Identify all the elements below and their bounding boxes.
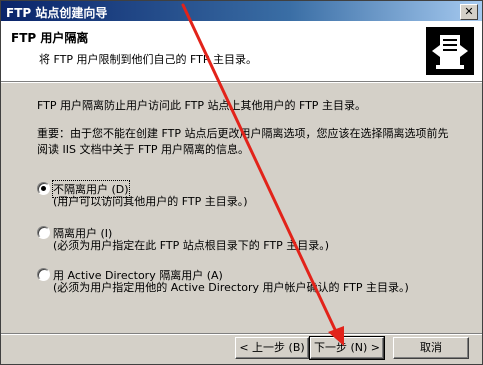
- ftp-server-icon: [426, 27, 474, 75]
- back-button[interactable]: < 上一步 (B): [235, 337, 309, 359]
- button-bar-divider-highlight: [1, 334, 482, 335]
- radio-isolate-users[interactable]: [37, 226, 50, 239]
- page-subtitle: 将 FTP 用户限制到他们自己的 FTP 主目录。: [39, 53, 257, 66]
- wizard-header: FTP 用户隔离 将 FTP 用户限制到他们自己的 FTP 主目录。: [1, 21, 482, 82]
- page-title: FTP 用户隔离: [11, 31, 89, 45]
- radio-ad-isolation[interactable]: [37, 268, 50, 281]
- option-description: (用户可以访问其他用户的 FTP 主目录。): [53, 195, 248, 208]
- radio-no-isolation[interactable]: [37, 182, 50, 195]
- wizard-window: FTP 站点创建向导 ✕ FTP 用户隔离 将 FTP 用户限制到他们自己的 F…: [0, 0, 483, 365]
- window-title: FTP 站点创建向导: [6, 6, 108, 20]
- title-bar[interactable]: FTP 站点创建向导 ✕: [1, 1, 482, 21]
- header-divider: [1, 82, 482, 83]
- option-description: (必须为用户指定用他的 Active Directory 用户帐户确认的 FTP…: [53, 281, 409, 294]
- important-note: 重要：由于您不能在创建 FTP 站点后更改用户隔离选项，您应该在选择隔离选项前先…: [37, 127, 449, 156]
- next-button[interactable]: 下一步 (N) >: [309, 336, 385, 360]
- intro-text: FTP 用户隔离防止用户访问此 FTP 站点上其他用户的 FTP 主目录。: [37, 99, 366, 112]
- close-button[interactable]: ✕: [460, 4, 478, 20]
- option-description: (必须为用户指定在此 FTP 站点根目录下的 FTP 主目录。): [53, 239, 330, 252]
- cancel-button[interactable]: 取消: [393, 337, 469, 359]
